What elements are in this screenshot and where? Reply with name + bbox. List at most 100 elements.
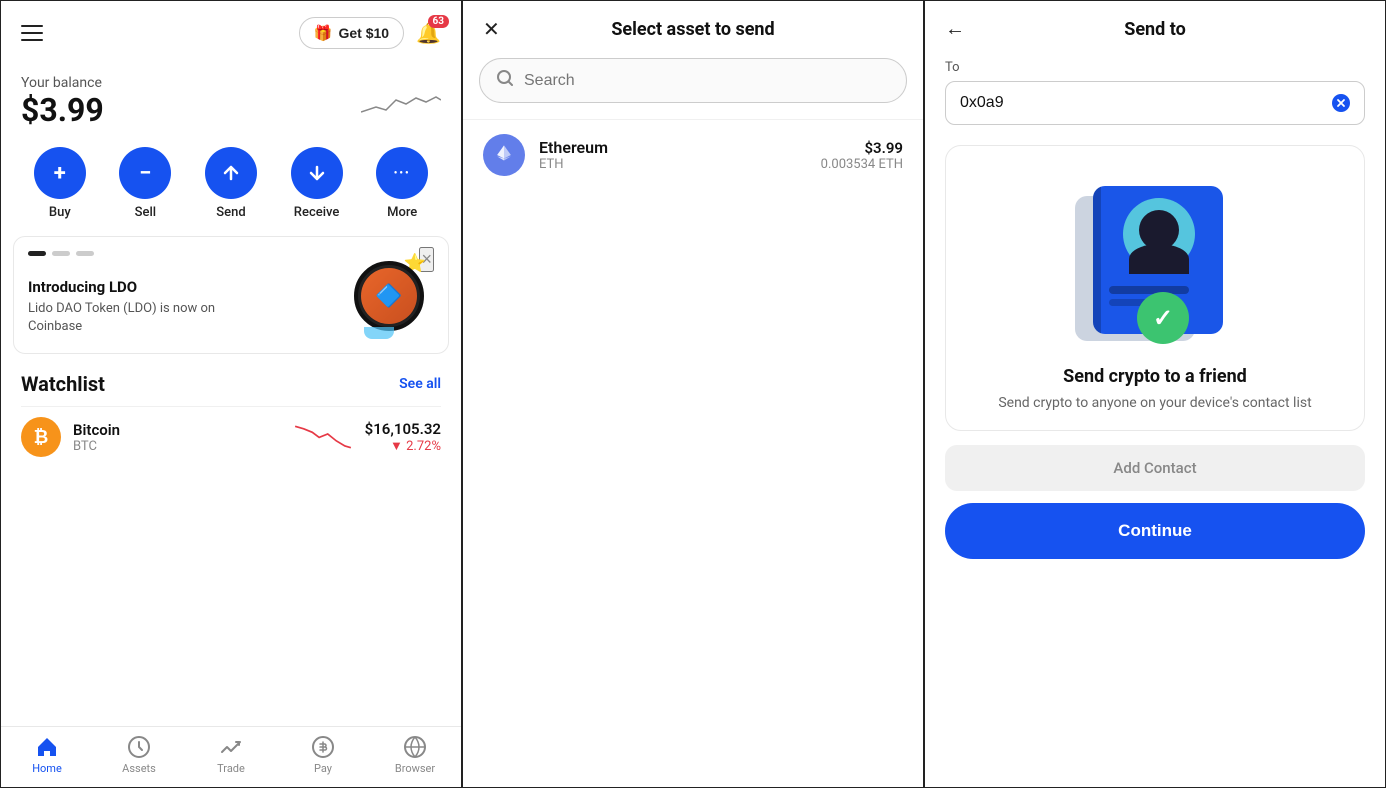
middle-panel: ✕ Select asset to send Ethereum ETH $3.9…: [462, 0, 924, 788]
add-contact-label: Add Contact: [1113, 459, 1196, 477]
watchlist-item-change: ▼ 2.72%: [365, 438, 441, 454]
nav-pay-label: Pay: [314, 762, 332, 775]
bottom-nav: Home Assets Trade Pay: [1, 726, 461, 787]
receive-label: Receive: [294, 205, 340, 220]
card-line-1: [1109, 286, 1189, 294]
nav-browser-label: Browser: [395, 762, 435, 775]
ldo-base: [364, 327, 394, 339]
watchlist-header: Watchlist See all: [21, 372, 441, 396]
menu-button[interactable]: [21, 25, 43, 41]
actions-row: + Buy − Sell Send Receive ••• Mo: [1, 137, 461, 236]
search-input[interactable]: [524, 72, 890, 90]
more-action[interactable]: ••• More: [376, 147, 428, 220]
balance-section: Your balance $3.99: [1, 57, 461, 137]
nav-home-label: Home: [32, 762, 62, 775]
left-header: 🎁 Get $10 🔔 63: [1, 1, 461, 57]
buy-icon: +: [34, 147, 86, 199]
receive-icon: [291, 147, 343, 199]
send-label: Send: [216, 205, 245, 220]
right-panel: ← Send to To: [924, 0, 1386, 788]
mid-header: ✕ Select asset to send: [463, 1, 923, 52]
more-label: More: [387, 205, 417, 220]
ethereum-icon: [483, 134, 525, 176]
get-money-button[interactable]: 🎁 Get $10: [299, 17, 404, 49]
watchlist-item-usd: $16,105.32: [365, 420, 441, 438]
watchlist-item-info: Bitcoin BTC: [73, 421, 281, 454]
see-all-link[interactable]: See all: [399, 376, 441, 392]
asset-usd: $3.99: [821, 139, 903, 157]
promo-desc: Lido DAO Token (LDO) is now on Coinbase: [28, 300, 228, 336]
promo-dot-3: [76, 251, 94, 256]
promo-content: Introducing LDO Lido DAO Token (LDO) is …: [28, 254, 228, 336]
clear-address-button[interactable]: [1332, 94, 1350, 112]
continue-button[interactable]: Continue: [945, 503, 1365, 559]
promo-card: × Introducing LDO Lido DAO Token (LDO) i…: [13, 236, 449, 354]
to-address-input[interactable]: [960, 94, 1324, 112]
asset-amounts: $3.99 0.003534 ETH: [821, 139, 903, 172]
promo-dot-2: [52, 251, 70, 256]
watchlist-title: Watchlist: [21, 372, 105, 396]
sell-action[interactable]: − Sell: [119, 147, 171, 220]
right-header: ← Send to: [925, 1, 1385, 52]
trade-icon: [219, 735, 243, 759]
add-contact-stub: Add Contact: [945, 445, 1365, 491]
to-section: To: [925, 52, 1385, 137]
receive-action[interactable]: Receive: [291, 147, 343, 220]
nav-pay[interactable]: Pay: [293, 735, 353, 775]
watchlist-item-price: $16,105.32 ▼ 2.72%: [365, 420, 441, 454]
nav-home[interactable]: Home: [17, 735, 77, 775]
bitcoin-icon: ₿: [21, 417, 61, 457]
nav-trade[interactable]: Trade: [201, 735, 261, 775]
asset-crypto: 0.003534 ETH: [821, 157, 903, 172]
search-bar[interactable]: [479, 58, 907, 103]
notification-button[interactable]: 🔔 63: [416, 21, 441, 45]
notification-badge: 63: [428, 15, 449, 28]
gift-icon: 🎁: [314, 24, 333, 42]
to-input-wrap[interactable]: [945, 81, 1365, 125]
ldo-circle: 🔷: [354, 261, 424, 331]
asset-name: Ethereum: [539, 138, 807, 157]
asset-symbol: ETH: [539, 157, 807, 172]
to-label: To: [945, 60, 1365, 75]
home-icon: [35, 735, 59, 759]
nav-assets[interactable]: Assets: [109, 735, 169, 775]
promo-dots: [28, 251, 94, 256]
promo-title: Introducing LDO: [28, 278, 228, 296]
nav-browser[interactable]: Browser: [385, 735, 445, 775]
mid-title: Select asset to send: [611, 19, 774, 40]
btc-chart: [293, 422, 353, 452]
assets-icon: [127, 735, 151, 759]
send-icon: [205, 147, 257, 199]
ldo-illustration: ⭐ 🔷: [346, 251, 434, 339]
header-right: 🎁 Get $10 🔔 63: [299, 17, 441, 49]
ldo-drop-icon: 🔷: [375, 284, 402, 309]
sell-label: Sell: [135, 205, 156, 220]
asset-info: Ethereum ETH: [539, 138, 807, 172]
get-money-label: Get $10: [339, 25, 390, 41]
back-button[interactable]: ←: [945, 18, 965, 41]
balance-amount: $3.99: [21, 91, 104, 129]
nav-assets-label: Assets: [122, 762, 156, 775]
close-button[interactable]: ✕: [483, 17, 500, 42]
nav-trade-label: Trade: [217, 762, 245, 775]
balance-chart: [361, 82, 441, 122]
buy-label: Buy: [49, 205, 71, 220]
watchlist-item-btc[interactable]: ₿ Bitcoin BTC $16,105.32 ▼ 2.72%: [21, 406, 441, 467]
sell-icon: −: [119, 147, 171, 199]
ldo-inner: 🔷: [361, 268, 417, 324]
asset-item-eth[interactable]: Ethereum ETH $3.99 0.003534 ETH: [463, 119, 923, 190]
buy-action[interactable]: + Buy: [34, 147, 86, 220]
search-icon: [496, 69, 514, 92]
send-friend-desc: Send crypto to anyone on your device's c…: [998, 393, 1311, 414]
send-friend-card: ✓ Send crypto to a friend Send crypto to…: [945, 145, 1365, 431]
watchlist-item-symbol: BTC: [73, 439, 281, 454]
left-panel: 🎁 Get $10 🔔 63 Your balance $3.99 + Buy: [0, 0, 462, 788]
more-icon: •••: [376, 147, 428, 199]
pay-icon: [311, 735, 335, 759]
avatar-shoulders: [1129, 244, 1189, 274]
balance-label: Your balance: [21, 75, 104, 91]
send-friend-illustration: ✓: [1065, 166, 1245, 356]
watchlist-section: Watchlist See all ₿ Bitcoin BTC $16,105.…: [1, 362, 461, 475]
send-action[interactable]: Send: [205, 147, 257, 220]
browser-icon: [403, 735, 427, 759]
